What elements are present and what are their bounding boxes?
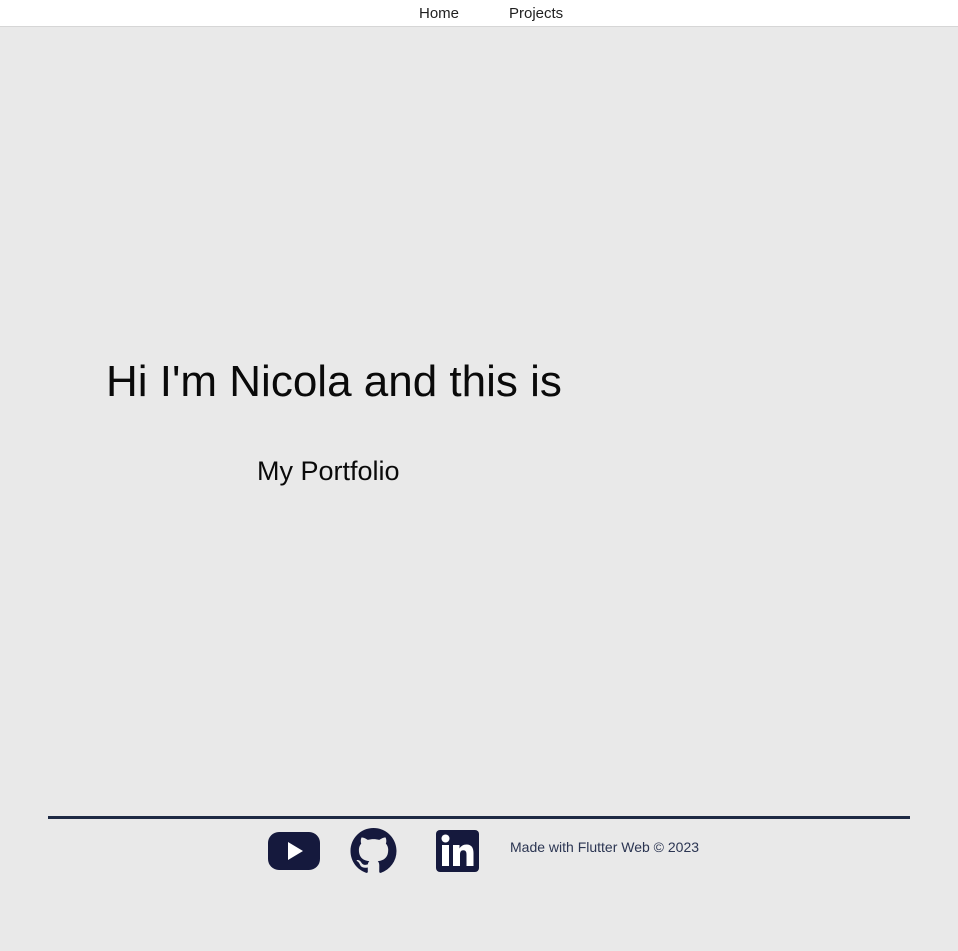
youtube-link[interactable] [268, 832, 320, 870]
linkedin-icon [436, 830, 479, 872]
nav-link-home[interactable]: Home [419, 5, 459, 22]
footer-divider [48, 816, 910, 819]
nav-link-projects[interactable]: Projects [509, 5, 563, 22]
github-link[interactable] [350, 828, 397, 874]
linkedin-link[interactable] [436, 830, 479, 872]
youtube-icon [268, 832, 320, 870]
hero-title: Hi I'm Nicola and this is [106, 357, 562, 406]
top-navigation-bar: Home Projects [0, 0, 958, 27]
footer-credit: Made with Flutter Web © 2023 [510, 839, 700, 855]
hero-subtitle: My Portfolio [257, 456, 400, 486]
github-icon [350, 828, 397, 873]
